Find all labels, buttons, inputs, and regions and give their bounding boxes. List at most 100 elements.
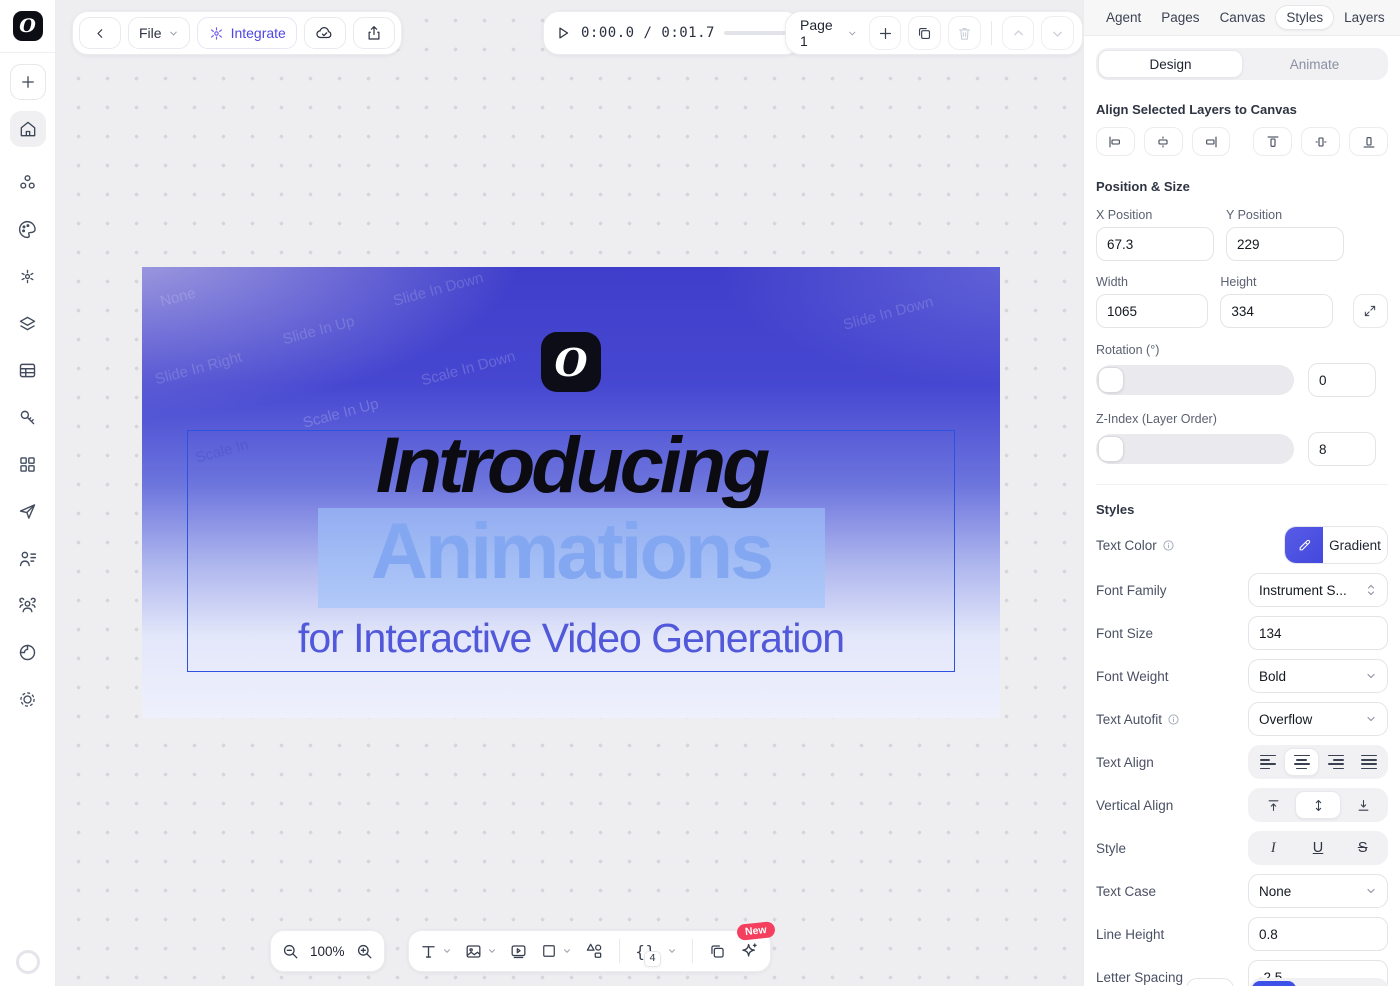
gradient-color-chip[interactable]	[1285, 527, 1323, 563]
rotation-field[interactable]	[1308, 363, 1376, 397]
sidebar-item-share[interactable]	[16, 499, 40, 523]
tab-pages[interactable]: Pages	[1151, 6, 1209, 29]
text-align-justify-button[interactable]	[1352, 748, 1385, 776]
chevron-down-icon[interactable]	[667, 946, 677, 956]
vertical-align-group	[1248, 788, 1388, 822]
width-field[interactable]	[1096, 294, 1209, 328]
italic-button[interactable]: I	[1251, 834, 1296, 862]
rotation-slider[interactable]	[1096, 365, 1294, 395]
sidebar-item-layers[interactable]	[16, 311, 40, 335]
video-tool[interactable]	[509, 942, 528, 961]
tab-layers[interactable]: Layers	[1334, 6, 1395, 29]
image-tool[interactable]	[464, 942, 497, 961]
sidebar-item-settings[interactable]	[16, 687, 40, 711]
move-page-down-button[interactable]	[1041, 16, 1074, 50]
underline-button[interactable]: U	[1296, 834, 1341, 862]
panel-tab-bar: Agent Pages Canvas Styles Layers	[1084, 0, 1400, 36]
x-position-field[interactable]	[1096, 227, 1214, 261]
move-page-up-button[interactable]	[1001, 16, 1035, 50]
align-left-icon	[1109, 136, 1121, 147]
app-logo[interactable]: O	[12, 11, 43, 41]
play-icon[interactable]	[554, 24, 572, 42]
duplicate-tool[interactable]	[708, 942, 727, 961]
tab-animate[interactable]: Animate	[1243, 50, 1386, 78]
text-tool[interactable]	[419, 942, 452, 961]
vertical-align-bottom-button[interactable]	[1341, 791, 1385, 819]
vertical-align-middle-button[interactable]	[1295, 791, 1341, 819]
align-center-vertical-button[interactable]	[1301, 127, 1341, 156]
font-family-select[interactable]: Instrument S...	[1248, 573, 1388, 607]
zindex-slider[interactable]	[1096, 434, 1294, 464]
zoom-in-icon[interactable]	[355, 942, 374, 961]
add-page-button[interactable]	[868, 16, 902, 50]
back-button[interactable]	[79, 17, 121, 49]
text-align-left-button[interactable]	[1251, 748, 1284, 776]
chevron-down-icon[interactable]	[487, 946, 497, 956]
add-button[interactable]	[9, 64, 46, 100]
align-center-horizontal-button[interactable]	[1143, 127, 1183, 156]
slide-logo[interactable]: O	[541, 332, 601, 392]
rotation-slider-thumb[interactable]	[1098, 367, 1124, 393]
layer-selection-outline[interactable]	[187, 430, 955, 672]
sidebar-item-team[interactable]	[16, 593, 40, 617]
align-bottom-button[interactable]	[1349, 127, 1388, 156]
sidebar-item-apps[interactable]	[16, 452, 40, 476]
zindex-field[interactable]	[1308, 432, 1376, 466]
elements-tool[interactable]	[584, 941, 604, 961]
tab-design[interactable]: Design	[1098, 50, 1243, 78]
file-menu-button[interactable]: File	[128, 17, 190, 49]
shape-tool[interactable]	[540, 942, 572, 960]
page-selector[interactable]: Page 1	[800, 17, 858, 49]
text-align-right-button[interactable]	[1319, 748, 1352, 776]
playback-progress-bar[interactable]	[723, 31, 786, 35]
align-left-button[interactable]	[1096, 127, 1135, 156]
slide-canvas[interactable]: None Slide In Up Slide In Down Slide In …	[142, 267, 1000, 718]
align-right-button[interactable]	[1191, 127, 1231, 156]
share-button[interactable]	[352, 17, 395, 49]
variables-tool[interactable]: {} 4	[635, 942, 677, 967]
sidebar-item-effects[interactable]	[16, 264, 40, 288]
height-field[interactable]	[1220, 294, 1333, 328]
duplicate-page-button[interactable]	[908, 16, 942, 50]
zindex-label: Z-Index (Layer Order)	[1096, 412, 1217, 426]
strikethrough-button[interactable]: S	[1340, 834, 1385, 862]
sidebar-item-analytics[interactable]	[16, 640, 40, 664]
zindex-slider-thumb[interactable]	[1098, 436, 1124, 462]
sidebar-item-home[interactable]	[9, 111, 46, 147]
tab-canvas[interactable]: Canvas	[1210, 6, 1276, 29]
cloud-sync-button[interactable]	[303, 17, 346, 49]
text-color-button[interactable]: Gradient	[1284, 526, 1388, 564]
chevron-up-icon	[1013, 29, 1023, 35]
vertical-align-top-button[interactable]	[1251, 791, 1295, 819]
tab-agent[interactable]: Agent	[1096, 6, 1151, 29]
integrate-sparkle-icon	[210, 26, 222, 40]
font-size-field[interactable]	[1248, 616, 1388, 650]
ai-magic-tool[interactable]: New	[736, 920, 776, 962]
line-height-field[interactable]	[1248, 917, 1388, 951]
sidebar-item-table[interactable]	[16, 358, 40, 382]
align-top-icon	[1267, 135, 1279, 147]
sidebar-item-palette[interactable]	[16, 217, 40, 241]
chevron-down-icon	[1053, 31, 1063, 37]
font-weight-select[interactable]: Bold	[1248, 659, 1388, 693]
align-top-button[interactable]	[1253, 127, 1293, 156]
sidebar-item-components[interactable]	[16, 170, 40, 194]
text-case-select[interactable]: None	[1248, 874, 1388, 908]
sidebar-item-access[interactable]	[16, 405, 40, 429]
canvas-workspace[interactable]: File Integrate 0:00.0 / 0:01.7 Page 1 No…	[56, 0, 1083, 986]
resize-expand-button[interactable]	[1352, 294, 1389, 328]
sidebar-item-user-list[interactable]	[16, 546, 40, 570]
y-position-field[interactable]	[1226, 227, 1344, 261]
chevron-down-icon[interactable]	[562, 946, 572, 956]
text-autofit-select[interactable]: Overflow	[1248, 702, 1388, 736]
chevron-down-icon[interactable]	[442, 946, 452, 956]
zoom-level[interactable]: 100%	[310, 944, 345, 959]
integrate-button[interactable]: Integrate	[196, 17, 297, 49]
time-separator: /	[643, 25, 653, 41]
text-align-center-button[interactable]	[1284, 748, 1319, 776]
x-position-label: X Position	[1096, 208, 1153, 222]
tab-styles[interactable]: Styles	[1275, 5, 1335, 30]
zoom-out-icon[interactable]	[281, 942, 300, 961]
table-icon	[19, 363, 36, 377]
delete-page-button[interactable]	[948, 16, 981, 50]
